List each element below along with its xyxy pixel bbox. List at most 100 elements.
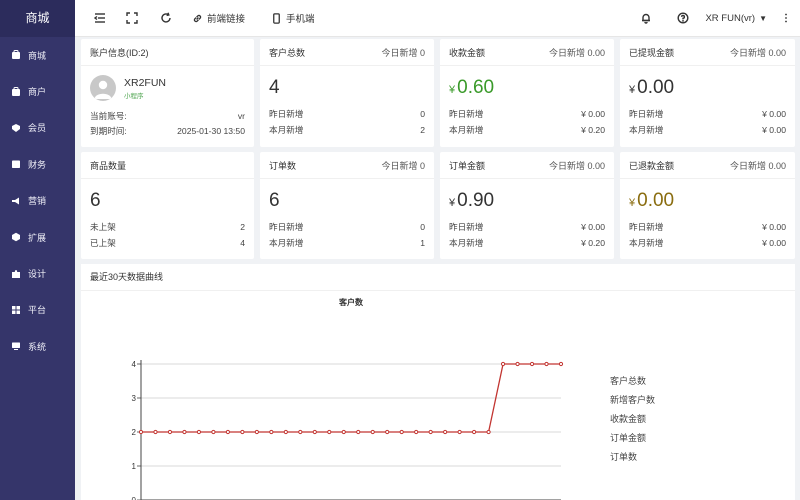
sidebar-item-label: 设计	[28, 269, 47, 280]
row-label: 本月新增	[269, 124, 304, 135]
account-label: 当前账号:	[90, 111, 127, 121]
row-value: ¥ 0.00	[762, 109, 786, 119]
row-value: ¥ 0.20	[581, 124, 605, 135]
data-point	[385, 429, 390, 435]
data-point	[428, 429, 433, 435]
row-label: 昨日新增	[629, 109, 664, 119]
sidebar-item-system[interactable]: 系统	[0, 328, 75, 364]
row-label: 昨日新增	[269, 222, 304, 232]
menu-toggle-icon[interactable]	[90, 8, 110, 28]
chart-card: 最近30天数据曲线 客户数0123402-1102-1302-1502-1702…	[81, 264, 795, 500]
sidebar-item-design[interactable]: 设计	[0, 255, 75, 291]
sidebar-item-label: 财务	[28, 159, 47, 170]
sidebar-item-marketing[interactable]: 营销	[0, 183, 75, 219]
link-icon	[193, 14, 202, 22]
sidebar-item-label: 系统	[28, 341, 47, 352]
sidebar-item-store[interactable]: 商城	[0, 37, 75, 73]
frontend-link[interactable]: 前端链接	[192, 11, 245, 25]
refresh-icon[interactable]	[156, 8, 176, 28]
sidebar-item-merchant[interactable]: 商户	[0, 73, 75, 109]
data-point	[370, 429, 375, 435]
withdrawn-card: 已提现金额 今日新增 0.00 ¥0.00 昨日新增 ¥ 0.00 本月新增 ¥ 0.…	[620, 39, 795, 147]
data-point	[182, 429, 187, 435]
legend-item: 客户总数	[610, 375, 646, 386]
y-tick-label: 1	[132, 462, 137, 471]
row-value: 2	[420, 124, 425, 135]
today-new: 今日新增 0	[381, 160, 425, 171]
store-icon	[10, 50, 21, 61]
grid-icon	[10, 304, 21, 315]
account-name: XR2FUN	[124, 76, 167, 89]
row-value: ¥ 0.00	[762, 237, 786, 248]
finance-icon	[10, 159, 21, 170]
y-tick-label: 4	[132, 360, 137, 369]
frontend-link-label: 前端链接	[207, 14, 246, 25]
sidebar-item-label: 商城	[28, 50, 47, 61]
puzzle-icon	[10, 268, 21, 279]
cube-icon	[10, 232, 21, 243]
row-label: 昨日新增	[449, 222, 484, 232]
row-value: 2	[240, 222, 245, 232]
user-icon	[94, 80, 112, 99]
products-value: 6	[90, 190, 101, 211]
currency-symbol: ¥	[629, 84, 636, 96]
data-point	[298, 429, 303, 435]
mobile-link[interactable]: 手机端	[271, 11, 315, 25]
data-point	[196, 429, 202, 435]
account-tag: 小程序	[124, 92, 144, 100]
sidebar-item-platform[interactable]: 平台	[0, 292, 75, 328]
received-amount: ¥0.60	[440, 75, 614, 101]
orders-card: 订单数 今日新增 0 6 昨日新增 0 本月新增 1	[260, 152, 434, 259]
more-vertical-icon[interactable]	[776, 8, 796, 28]
sidebar-item-extension[interactable]: 扩展	[0, 219, 75, 255]
account-value: vr	[237, 111, 245, 121]
data-point	[153, 429, 158, 435]
row-label: 昨日新增	[629, 222, 664, 232]
row-value: ¥ 0.00	[762, 124, 786, 135]
today-new: 今日新增 0.00	[548, 160, 605, 171]
order-amount-value: 0.90	[457, 190, 495, 211]
y-tick-label: 3	[132, 394, 137, 403]
row-value: 4	[240, 237, 245, 248]
mobile-link-label: 手机端	[286, 14, 315, 25]
card-title: 商品数量	[90, 160, 127, 171]
data-point	[211, 429, 216, 435]
user-menu[interactable]: XR FUN(vr) ▼	[705, 13, 767, 24]
data-point	[312, 429, 317, 435]
row-label: 本月新增	[269, 237, 304, 248]
bell-icon[interactable]	[636, 8, 656, 28]
sidebar-item-label: 平台	[28, 305, 47, 316]
orders-value: 6	[269, 190, 280, 211]
card-title: 客户总数	[269, 47, 306, 58]
monitor-icon	[10, 341, 21, 352]
topbar: 前端链接 手机端 XR FUN(vr) ▼	[75, 0, 800, 37]
legend-item: 订单数	[610, 451, 637, 462]
sidebar-item-finance[interactable]: 财务	[0, 146, 75, 182]
sidebar-item-label: 扩展	[28, 232, 47, 243]
data-point	[443, 429, 448, 435]
order-amount-card: 订单金额 今日新增 0.00 ¥0.90 昨日新增 ¥ 0.00 本月新增 ¥ 0.2…	[440, 152, 614, 259]
expire-value: 2025-01-30 13:50	[177, 126, 245, 136]
row-value: 0	[420, 222, 425, 232]
row-label: 昨日新增	[269, 109, 304, 119]
order-amount: ¥0.90	[440, 188, 614, 214]
account-card-header: 账户信息(ID:2)	[81, 39, 254, 66]
refunded-amount: ¥0.00	[620, 188, 795, 214]
phone-icon	[273, 12, 280, 24]
data-point	[457, 429, 462, 435]
sidebar-item-member[interactable]: 会员	[0, 110, 75, 146]
row-label: 本月新增	[629, 237, 664, 248]
data-point	[225, 429, 230, 435]
help-icon[interactable]	[673, 8, 693, 28]
data-point	[486, 429, 491, 435]
data-point	[399, 429, 404, 435]
sidebar-title[interactable]: 商城	[0, 0, 75, 37]
fullscreen-icon[interactable]	[122, 8, 142, 28]
data-point	[138, 429, 144, 435]
customers-card: 客户总数 今日新增 0 4 昨日新增 0 本月新增 2	[260, 39, 434, 147]
currency-symbol: ¥	[449, 197, 456, 209]
customers-value: 4	[269, 77, 280, 98]
row-label: 本月新增	[629, 124, 664, 135]
received-card: 收款金额 今日新增 0.00 ¥0.60 昨日新增 ¥ 0.00 本月新增 ¥ 0.2…	[440, 39, 614, 147]
row-label: 本月新增	[449, 237, 484, 248]
